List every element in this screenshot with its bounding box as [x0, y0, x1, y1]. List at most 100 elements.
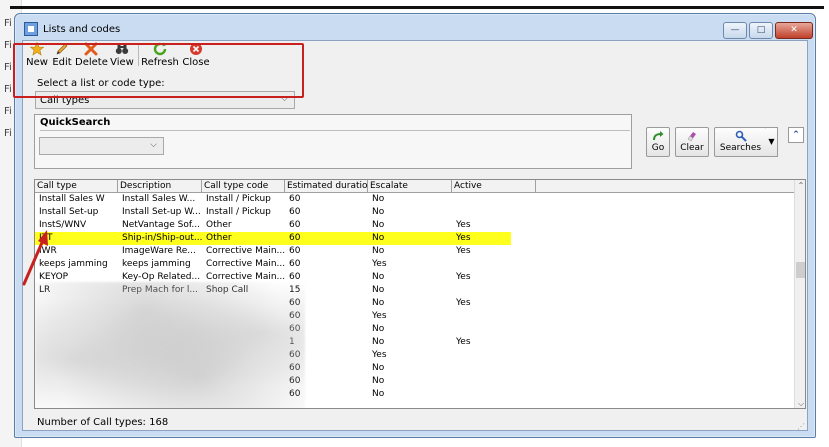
cell-description: Install Sales W...	[122, 194, 196, 204]
table-row[interactable]: Install Set-up Install Set-up W... Install…	[35, 206, 795, 219]
cell-estimated-duration: 60	[289, 194, 301, 204]
record-count: Number of Call types: 168	[37, 417, 169, 428]
cell-escalate: No	[372, 337, 385, 347]
cell-escalate: Yes	[372, 311, 387, 321]
minimize-button[interactable]: —	[723, 22, 747, 39]
cell-estimated-duration: 60	[289, 259, 301, 269]
cell-call-type: Install Set-up	[39, 207, 99, 217]
eraser-icon	[687, 132, 696, 142]
cell-call-type: Install Sales W	[39, 194, 105, 204]
call-types-grid: Call type Description Call type code Est…	[34, 179, 806, 409]
table-row[interactable]: ITTShip-in/Ship-out...Other60NoYes	[35, 232, 795, 245]
cell-active: Yes	[456, 272, 471, 282]
window-client-area: New Edit Delete View Refresh Close Selec…	[22, 40, 808, 431]
grid-header: Call type Description Call type code Est…	[35, 180, 795, 193]
cell-call-type-code: Corrective Main...	[206, 246, 286, 256]
cell-active	[452, 362, 536, 375]
cell-active	[452, 375, 536, 388]
cell-estimated-duration: 60	[289, 220, 301, 230]
clear-label: Clear	[680, 143, 704, 153]
cell-description: Install Set-up W...	[122, 207, 201, 217]
searches-button[interactable]: Searches	[714, 127, 767, 157]
list-window-icon	[24, 22, 38, 36]
resize-grip[interactable]: ⋰	[797, 422, 805, 431]
cell-call-type-code: Other	[206, 220, 232, 230]
background-file-label: Fi	[4, 106, 12, 117]
cell-description: NetVantage Sof...	[122, 220, 200, 230]
cell-escalate: Yes	[372, 350, 387, 360]
table-row[interactable]: keeps jamming keeps jamming Corrective Mai…	[35, 258, 795, 271]
cell-escalate: No	[372, 298, 385, 308]
magnifier-icon	[735, 130, 747, 142]
column-header-escalate[interactable]: Escalate	[368, 180, 452, 193]
cell-escalate: No	[372, 246, 385, 256]
cell-estimated-duration: 60	[289, 246, 301, 256]
maximize-button[interactable]: □	[749, 22, 773, 39]
background-file-label: Fi	[4, 84, 12, 95]
table-row[interactable]: IWR ImageWare Re... Corrective Main... 60 No…	[35, 245, 795, 258]
cell-escalate: No	[372, 363, 385, 373]
cell-active	[452, 284, 536, 297]
cell-active	[452, 258, 536, 271]
searches-dropdown-arrow[interactable]: ▼	[766, 127, 778, 157]
cell-call-type-code: Install / Pickup	[206, 194, 271, 204]
quicksearch-title: QuickSearch	[40, 117, 111, 128]
cell-description: keeps jamming	[122, 259, 191, 269]
background-file-label: Fi	[4, 62, 12, 73]
background-file-label: Fi	[4, 18, 12, 29]
close-window-button[interactable]: ✕	[775, 22, 813, 39]
cell-active: Yes	[456, 337, 471, 347]
table-row[interactable]: InstS/WNV NetVantage Sof... Other 60 No Yes	[35, 219, 795, 232]
go-label: Go	[651, 143, 665, 153]
quicksearch-field-select[interactable]: ⌵	[39, 137, 164, 155]
go-arrow-icon	[653, 131, 664, 141]
cell-escalate: No	[372, 324, 385, 334]
column-header-call-type[interactable]: Call type	[35, 180, 118, 193]
cell-escalate: No	[372, 272, 385, 282]
searches-label: Searches	[719, 143, 762, 153]
cell-escalate: No	[372, 233, 385, 243]
cell-active: Yes	[456, 233, 471, 243]
cell-call-type-code: Corrective Main...	[206, 259, 286, 269]
background-file-label: Fi	[4, 40, 12, 51]
cell-active	[452, 349, 536, 362]
cell-escalate: No	[372, 389, 385, 399]
quicksearch-divider	[40, 130, 630, 131]
annotation-highlight-box	[13, 43, 304, 98]
chevron-down-icon: ⌵	[150, 140, 157, 150]
cell-estimated-duration: 60	[289, 207, 301, 217]
window-titlebar[interactable]: Lists and codes — □ ✕	[15, 14, 815, 40]
scroll-down-icon[interactable]: ⌵	[795, 398, 805, 408]
column-header-estimated-duration[interactable]: Estimated duration	[285, 180, 368, 193]
cell-estimated-duration: 60	[289, 233, 301, 243]
redacted-area	[35, 282, 305, 408]
column-header-call-type-code[interactable]: Call type code	[202, 180, 285, 193]
background-file-label: Fi	[4, 128, 12, 139]
cell-call-type-code: Install / Pickup	[206, 207, 271, 217]
cell-active	[452, 323, 536, 336]
cell-escalate: No	[372, 207, 385, 217]
cell-escalate: No	[372, 376, 385, 386]
cell-active: Yes	[456, 220, 471, 230]
cell-escalate: No	[372, 194, 385, 204]
go-button[interactable]: Go	[646, 127, 670, 157]
cell-active: Yes	[456, 298, 471, 308]
cell-active	[452, 310, 536, 323]
cell-description: Ship-in/Ship-out...	[122, 233, 202, 243]
scroll-thumb[interactable]	[796, 262, 805, 278]
cell-active: Yes	[456, 246, 471, 256]
quicksearch-panel: QuickSearch ⌵	[34, 114, 632, 169]
cell-escalate: No	[372, 220, 385, 230]
clear-button[interactable]: Clear	[675, 127, 709, 157]
cell-escalate: No	[372, 285, 385, 295]
window-title: Lists and codes	[43, 24, 121, 35]
cell-escalate: Yes	[372, 259, 387, 269]
table-row[interactable]: Install Sales W Install Sales W... Install…	[35, 193, 795, 206]
cell-call-type-code: Other	[206, 233, 232, 243]
grid-vertical-scrollbar[interactable]: ⌃ ⌵	[794, 180, 805, 408]
scroll-up-icon[interactable]: ⌃	[795, 180, 805, 192]
annotation-arrow	[22, 230, 48, 286]
collapse-search-button[interactable]: ⌃	[788, 127, 804, 143]
column-header-active[interactable]: Active	[452, 180, 536, 193]
column-header-description[interactable]: Description	[118, 180, 202, 193]
